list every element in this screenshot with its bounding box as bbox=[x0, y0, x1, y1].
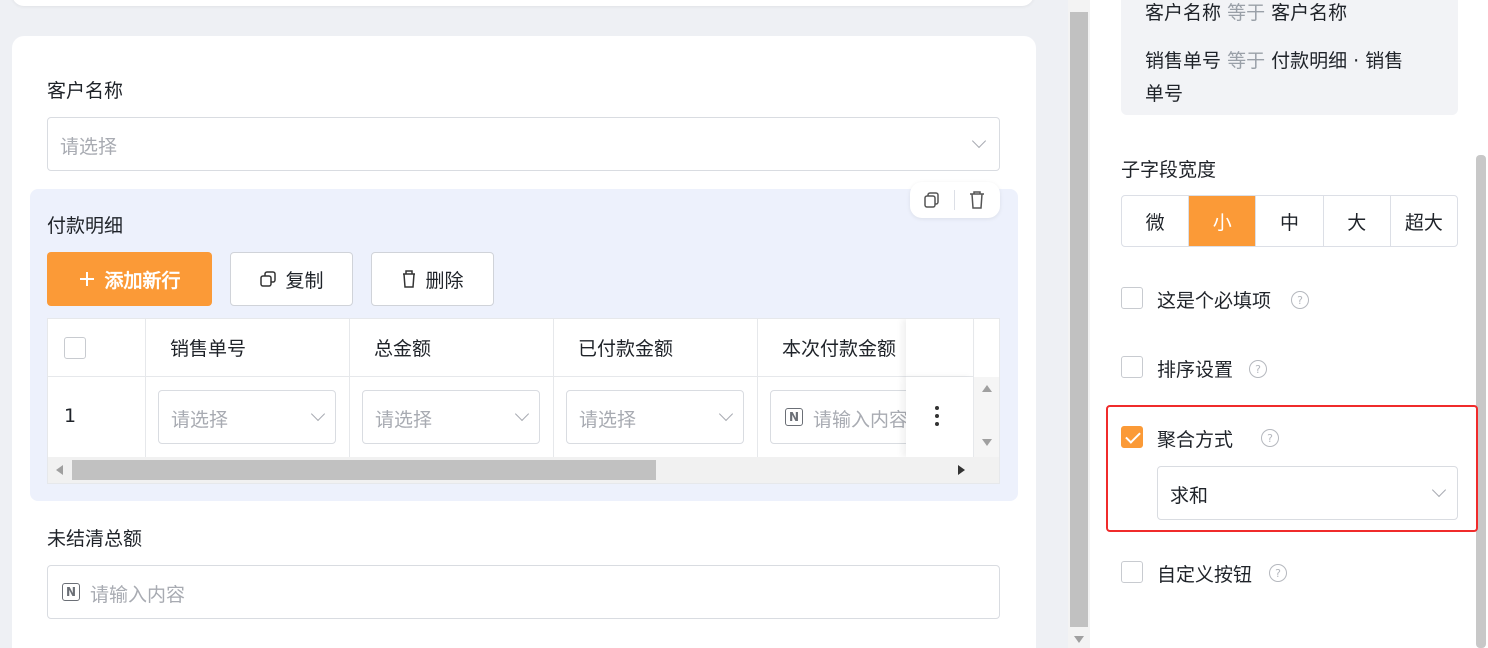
table-vertical-scrollbar[interactable] bbox=[974, 377, 999, 457]
outstanding-placeholder: 请输入内容 bbox=[90, 584, 186, 606]
chevron-down-icon bbox=[310, 406, 326, 422]
subform-toolbar bbox=[910, 182, 1000, 218]
sort-checkbox[interactable] bbox=[1121, 356, 1143, 378]
table-horizontal-scrollbar[interactable] bbox=[48, 457, 999, 483]
help-icon[interactable]: ? bbox=[1291, 291, 1309, 309]
condition-value-continued: 单号 bbox=[1145, 83, 1184, 105]
width-option-micro[interactable]: 微 bbox=[1122, 196, 1190, 246]
chevron-down-icon bbox=[514, 406, 530, 422]
aggregate-value: 求和 bbox=[1170, 485, 1209, 507]
row-actions-cell bbox=[906, 377, 974, 457]
condition-row: 销售单号 等于 付款明细 · 销售 单号 bbox=[1145, 45, 1445, 111]
required-label: 这是个必填项 bbox=[1157, 290, 1272, 312]
scroll-right-arrow[interactable] bbox=[958, 465, 965, 475]
aggregate-label: 聚合方式 bbox=[1157, 429, 1234, 451]
outstanding-total-label: 未结清总额 bbox=[47, 528, 143, 550]
panel-scrollbar-thumb[interactable] bbox=[1476, 155, 1486, 648]
trash-icon[interactable] bbox=[968, 190, 986, 210]
outstanding-total-input[interactable]: N 请输入内容 bbox=[47, 565, 1000, 619]
condition-field: 客户名称 bbox=[1145, 2, 1222, 24]
width-option-xlarge[interactable]: 超大 bbox=[1391, 196, 1457, 246]
select-placeholder: 请选择 bbox=[579, 409, 637, 431]
customer-name-select[interactable]: 请选择 bbox=[47, 117, 1000, 171]
row-index-cell: 1 bbox=[48, 377, 146, 457]
copy-icon bbox=[260, 271, 277, 287]
required-checkbox[interactable] bbox=[1121, 287, 1143, 309]
select-all-checkbox[interactable] bbox=[64, 337, 86, 359]
number-field-icon: N bbox=[785, 408, 803, 426]
sort-label: 排序设置 bbox=[1157, 359, 1234, 381]
select-all-header bbox=[48, 319, 146, 377]
actions-header bbox=[906, 319, 974, 377]
chevron-down-icon bbox=[971, 133, 987, 149]
plus-icon bbox=[80, 272, 95, 286]
scroll-left-arrow[interactable] bbox=[56, 465, 63, 475]
copy-icon[interactable] bbox=[923, 191, 941, 209]
condition-operator: 等于 bbox=[1227, 50, 1266, 72]
width-option-medium[interactable]: 中 bbox=[1256, 196, 1324, 246]
chevron-down-icon bbox=[1431, 482, 1447, 498]
condition-value: 客户名称 bbox=[1271, 2, 1348, 24]
more-vertical-icon[interactable] bbox=[934, 405, 940, 427]
customer-name-placeholder: 请选择 bbox=[60, 136, 118, 158]
column-header: 销售单号 bbox=[146, 319, 350, 377]
toolbar-divider bbox=[954, 190, 955, 210]
scroll-down-arrow[interactable] bbox=[982, 439, 992, 446]
width-segmented-control: 微 小 中 大 超大 bbox=[1121, 195, 1458, 247]
table-cell: 请选择 bbox=[146, 377, 350, 457]
horizontal-scroll-thumb[interactable] bbox=[72, 460, 656, 480]
help-icon[interactable]: ? bbox=[1261, 429, 1279, 447]
custom-button-label: 自定义按钮 bbox=[1157, 564, 1253, 586]
scroll-down-arrow[interactable] bbox=[1074, 636, 1084, 643]
sales-order-select[interactable]: 请选择 bbox=[158, 390, 336, 444]
help-icon[interactable]: ? bbox=[1249, 360, 1267, 378]
trash-icon bbox=[403, 270, 416, 288]
subform-title: 付款明细 bbox=[47, 215, 124, 237]
column-header: 已付款金额 bbox=[554, 319, 758, 377]
help-icon[interactable]: ? bbox=[1269, 564, 1287, 582]
aggregate-checkbox[interactable] bbox=[1121, 426, 1143, 448]
condition-value: 付款明细 · 销售 bbox=[1271, 50, 1404, 72]
add-row-button[interactable]: 添加新行 bbox=[47, 252, 212, 306]
paid-amount-select[interactable]: 请选择 bbox=[566, 390, 744, 444]
filter-conditions: 客户名称 等于 客户名称 销售单号 等于 付款明细 · 销售 单号 bbox=[1121, 0, 1458, 115]
column-header: 总金额 bbox=[350, 319, 554, 377]
delete-button[interactable]: 删除 bbox=[371, 252, 494, 306]
subfield-width-title: 子字段宽度 bbox=[1121, 159, 1217, 181]
width-option-small[interactable]: 小 bbox=[1189, 196, 1257, 246]
customer-name-label: 客户名称 bbox=[47, 80, 124, 102]
total-amount-select[interactable]: 请选择 bbox=[362, 390, 540, 444]
input-placeholder: 请输入内容 bbox=[813, 409, 909, 431]
table-cell: 请选择 bbox=[554, 377, 758, 457]
custom-button-checkbox[interactable] bbox=[1121, 561, 1143, 583]
copy-label: 复制 bbox=[285, 269, 324, 292]
add-row-label: 添加新行 bbox=[104, 269, 181, 292]
condition-row: 客户名称 等于 客户名称 bbox=[1145, 0, 1347, 25]
row-index: 1 bbox=[64, 405, 77, 427]
select-placeholder: 请选择 bbox=[375, 409, 433, 431]
condition-operator: 等于 bbox=[1227, 2, 1266, 24]
table-cell: 请选择 bbox=[350, 377, 554, 457]
delete-label: 删除 bbox=[425, 269, 464, 292]
form-scrollbar-thumb[interactable] bbox=[1070, 12, 1088, 627]
width-option-large[interactable]: 大 bbox=[1324, 196, 1391, 246]
previous-field-card bbox=[12, 0, 1034, 6]
payment-detail-table: 销售单号 总金额 已付款金额 本次付款金额 1 请选择 请选择 请选择 N 请输… bbox=[47, 318, 1000, 484]
chevron-down-icon bbox=[718, 406, 734, 422]
number-field-icon: N bbox=[62, 583, 80, 601]
select-placeholder: 请选择 bbox=[171, 409, 229, 431]
copy-button[interactable]: 复制 bbox=[230, 252, 353, 306]
scroll-up-arrow[interactable] bbox=[982, 385, 992, 392]
aggregate-select[interactable]: 求和 bbox=[1157, 466, 1458, 520]
condition-field: 销售单号 bbox=[1145, 50, 1222, 72]
